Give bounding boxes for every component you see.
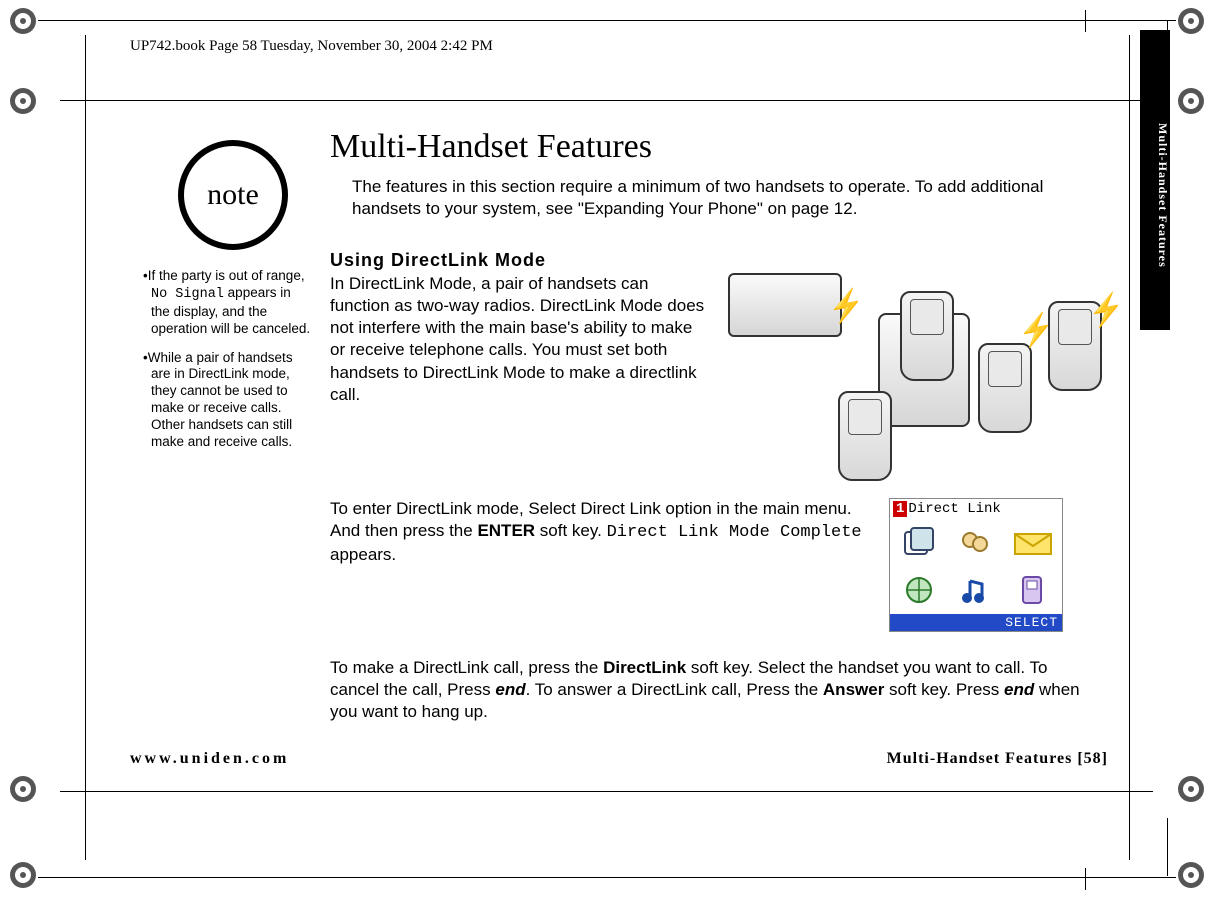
contacts-icon: [947, 519, 1004, 567]
text: soft key. Press: [884, 680, 1004, 699]
note-item: •If the party is out of range, No Signal…: [143, 268, 313, 338]
page-title: Multi-Handset Features: [330, 128, 1090, 166]
key-name: ENTER: [477, 521, 535, 540]
reg-mark-r3: [1178, 776, 1204, 802]
text: To make a DirectLink call, press the: [330, 658, 603, 677]
text: appears.: [330, 545, 396, 564]
reg-mark-tl: [10, 8, 36, 34]
note-circle: note: [178, 140, 288, 250]
crop-line: [60, 791, 1153, 792]
paragraph: In DirectLink Mode, a pair of handsets c…: [330, 273, 710, 483]
key-name: end: [495, 680, 525, 699]
key-name: end: [1004, 680, 1034, 699]
music-icon: [947, 567, 1004, 615]
note-mono: No Signal: [151, 287, 224, 302]
intro-paragraph: The features in this section require a m…: [330, 176, 1090, 220]
note-column: note •If the party is out of range, No S…: [143, 140, 313, 463]
crop-line: [85, 35, 86, 860]
menu-icon: [890, 519, 947, 567]
note-text: If the party is out of range,: [148, 268, 305, 283]
browse-icon: [890, 567, 947, 615]
crop-line: [1129, 35, 1130, 860]
crop-line: [38, 20, 1176, 21]
side-tab: Multi-Handset Features: [1140, 30, 1170, 330]
note-text: While a pair of handsets are in DirectLi…: [148, 350, 293, 449]
handset-illustration: ⚡ ⚡ ⚡: [728, 273, 1090, 483]
crop-line: [1085, 10, 1086, 32]
reg-mark-l2: [10, 88, 36, 114]
crop-line: [1167, 818, 1168, 876]
page-footer: www.uniden.com Multi-Handset Features [5…: [130, 750, 1108, 768]
screen-number: 1: [893, 501, 907, 517]
mail-icon: [1005, 519, 1062, 567]
key-name: Answer: [823, 680, 884, 699]
paragraph: To enter DirectLink mode, Select Direct …: [330, 498, 875, 566]
paragraph: To make a DirectLink call, press the Dir…: [330, 657, 1090, 723]
crop-line: [38, 877, 1176, 878]
screen-title: Direct Link: [908, 501, 1000, 517]
reg-mark-r2: [1178, 88, 1204, 114]
note-item: •While a pair of handsets are in DirectL…: [143, 350, 313, 451]
display-text: Direct Link Mode Complete: [607, 523, 862, 542]
settings-icon: [1005, 567, 1062, 615]
main-content: Multi-Handset Features The features in t…: [330, 128, 1090, 723]
reg-mark-l3: [10, 776, 36, 802]
text: soft key.: [535, 521, 607, 540]
softkey-label: SELECT: [890, 614, 1062, 631]
reg-mark-tr: [1178, 8, 1204, 34]
phone-screen: 1Direct Link SELECT: [889, 498, 1063, 632]
reg-mark-br: [1178, 862, 1204, 888]
reg-mark-bl: [10, 862, 36, 888]
footer-url: www.uniden.com: [130, 750, 289, 768]
crop-line: [1085, 868, 1086, 890]
key-name: DirectLink: [603, 658, 686, 677]
section-heading: Using DirectLink Mode: [330, 250, 1090, 271]
book-header: UP742.book Page 58 Tuesday, November 30,…: [130, 38, 493, 55]
crop-line: [60, 100, 1153, 101]
footer-section: Multi-Handset Features [58]: [887, 750, 1108, 768]
text: . To answer a DirectLink call, Press the: [526, 680, 823, 699]
